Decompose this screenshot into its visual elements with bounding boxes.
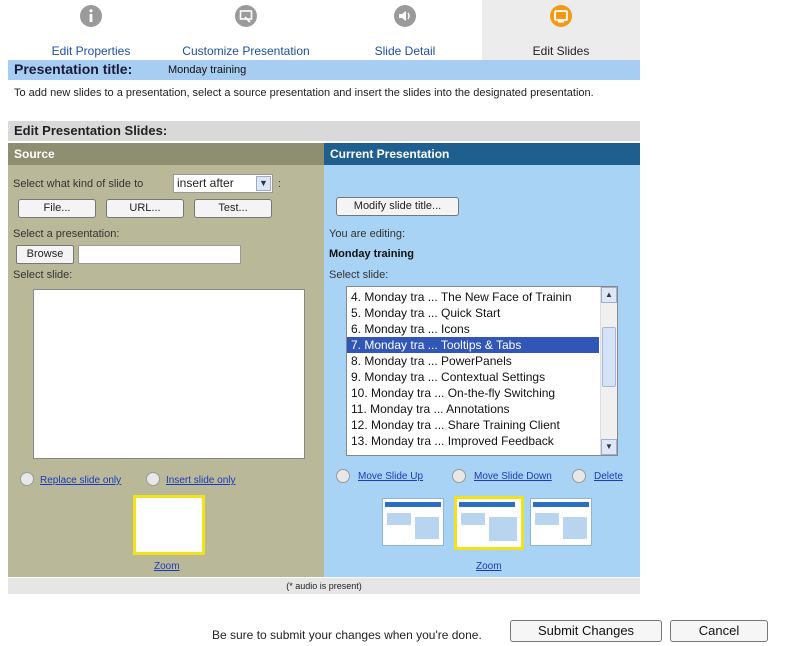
cancel-button[interactable]: Cancel <box>670 620 768 642</box>
step-label: Edit Slides <box>532 44 590 58</box>
step-edit-slides[interactable]: Edit Slides <box>482 0 640 60</box>
step-label: Edit Properties <box>51 44 131 58</box>
move-slide-down-link[interactable]: Move Slide Down <box>474 471 552 482</box>
presentation-file-input[interactable] <box>78 245 241 264</box>
wizard-steps: Edit Properties Customize Presentation S… <box>8 0 640 60</box>
source-slide-list[interactable] <box>33 289 305 459</box>
modify-slide-title-button[interactable]: Modify slide title... <box>336 197 459 216</box>
slide-list-item[interactable]: 13. Monday tra ... Improved Feedback <box>347 433 599 449</box>
step-slide-detail[interactable]: Slide Detail <box>350 0 460 60</box>
slide-list-item[interactable]: 9. Monday tra ... Contextual Settings <box>347 369 599 385</box>
step-label: Slide Detail <box>374 44 436 58</box>
scroll-up-icon[interactable]: ▲ <box>601 287 617 303</box>
source-header-text: Source <box>14 147 55 161</box>
intro-text: To add new slides to a presentation, sel… <box>14 87 594 99</box>
slide-thumbnail-selected[interactable] <box>454 496 524 550</box>
wizard-frame: Edit Properties Customize Presentation S… <box>8 0 640 596</box>
select-presentation-label: Select a presentation: <box>13 228 120 240</box>
source-panel: Source Select what kind of slide to inse… <box>8 143 324 577</box>
edit-slides-heading: Edit Presentation Slides: <box>8 121 640 141</box>
source-slide-preview <box>133 495 205 555</box>
slide-list-scrollbar[interactable]: ▲ ▼ <box>600 287 617 455</box>
replace-arrow-icon[interactable] <box>20 472 34 486</box>
scroll-down-icon[interactable]: ▼ <box>601 439 617 455</box>
step-customize-presentation[interactable]: Customize Presentation <box>171 0 321 60</box>
browse-button[interactable]: Browse <box>16 245 74 264</box>
url-button[interactable]: URL... <box>106 199 184 218</box>
current-slide-list[interactable]: 4. Monday tra ... The New Face of Traini… <box>346 286 618 456</box>
presentation-title-bar: Presentation title: Monday training <box>8 60 640 80</box>
current-header: Current Presentation <box>324 143 640 165</box>
editing-label: You are editing: <box>329 228 406 240</box>
editing-presentation-name: Monday training <box>329 248 414 260</box>
slide-kind-suffix: : <box>278 178 282 190</box>
source-header: Source <box>8 143 324 165</box>
slide-kind-label: Select what kind of slide to <box>13 178 144 190</box>
slide-thumbnail[interactable] <box>530 498 592 546</box>
delete-icon[interactable] <box>572 469 586 483</box>
move-up-icon[interactable] <box>336 469 350 483</box>
customize-icon <box>234 4 258 28</box>
chevron-down-icon[interactable]: ▼ <box>256 176 271 191</box>
file-button[interactable]: File... <box>18 199 96 218</box>
source-select-slide-label: Select slide: <box>13 269 73 281</box>
presentation-title-label: Presentation title: <box>14 61 133 77</box>
current-zoom-link[interactable]: Zoom <box>476 561 502 572</box>
submit-changes-button[interactable]: Submit Changes <box>510 620 662 642</box>
scroll-thumb[interactable] <box>602 327 616 387</box>
move-down-icon[interactable] <box>452 469 466 483</box>
speaker-icon <box>393 4 417 28</box>
edit-slides-heading-text: Edit Presentation Slides: <box>14 123 168 138</box>
slide-list-item[interactable]: 10. Monday tra ... On-the-fly Switching <box>347 385 599 401</box>
current-header-text: Current Presentation <box>330 147 450 161</box>
insert-arrow-icon[interactable] <box>146 472 160 486</box>
slide-items: 4. Monday tra ... The New Face of Traini… <box>347 289 617 449</box>
source-zoom-link[interactable]: Zoom <box>154 561 180 572</box>
slide-list-item[interactable]: 7. Monday tra ... Tooltips & Tabs <box>347 337 599 353</box>
slide-list-item[interactable]: 8. Monday tra ... PowerPanels <box>347 353 599 369</box>
replace-slide-link[interactable]: Replace slide only <box>40 475 121 486</box>
insert-slide-link[interactable]: Insert slide only <box>166 475 235 486</box>
slide-kind-select[interactable]: insert after ▼ <box>173 174 273 193</box>
current-presentation-panel: Current Presentation Modify slide title.… <box>324 143 640 577</box>
delete-slide-link[interactable]: Delete <box>594 471 623 482</box>
slide-thumbnail[interactable] <box>382 498 444 546</box>
current-select-slide-label: Select slide: <box>329 269 389 281</box>
slide-list-item[interactable]: 5. Monday tra ... Quick Start <box>347 305 599 321</box>
step-label: Customize Presentation <box>182 44 310 58</box>
info-icon <box>79 4 103 28</box>
slide-list-item[interactable]: 6. Monday tra ... Icons <box>347 321 599 337</box>
presentation-title-value: Monday training <box>168 64 247 76</box>
slides-icon <box>549 4 573 28</box>
submit-reminder: Be sure to submit your changes when you'… <box>212 628 482 642</box>
slide-kind-value: insert after <box>177 176 234 190</box>
test-button[interactable]: Test... <box>194 199 272 218</box>
move-slide-up-link[interactable]: Move Slide Up <box>358 471 423 482</box>
slide-list-item[interactable]: 11. Monday tra ... Annotations <box>347 401 599 417</box>
slide-list-item[interactable]: 4. Monday tra ... The New Face of Traini… <box>347 289 599 305</box>
step-edit-properties[interactable]: Edit Properties <box>36 0 146 60</box>
slide-list-item[interactable]: 12. Monday tra ... Share Training Client <box>347 417 599 433</box>
audio-footnote: (* audio is present) <box>8 578 640 594</box>
